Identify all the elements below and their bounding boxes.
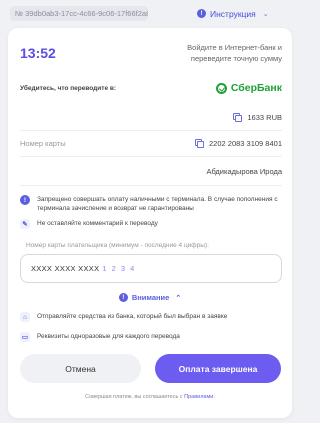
payment-done-button[interactable]: Оплата завершена <box>155 354 281 383</box>
info-icon: ! <box>197 9 206 18</box>
last-digits-placeholder: 1 2 3 4 <box>102 264 136 273</box>
bank-icon: ⌂ <box>20 312 30 322</box>
transaction-id: № 39db0ab3-17cc-4c66-9c06-17f66f2a869e <box>10 6 148 21</box>
instructions-dropdown[interactable]: ! Инструкция ⌄ <box>197 6 269 21</box>
info-icon: ! <box>118 293 128 302</box>
cancel-button[interactable]: Отмена <box>20 354 141 383</box>
copy-icon[interactable] <box>195 139 204 148</box>
payer-card-label: Номер карты плательщика (минимум - после… <box>26 242 209 249</box>
agreement-text: Совершая платеж, вы соглашаетесь с <box>85 394 183 400</box>
header-hint: Войдите в Интернет-банк и переведите точ… <box>187 43 282 63</box>
bank-name: СберБанк <box>215 82 282 94</box>
agreement-note: Совершая платеж, вы соглашаетесь с Прави… <box>8 394 292 400</box>
instructions-label: Инструкция <box>210 8 256 19</box>
alert-icon: ! <box>20 195 30 205</box>
chevron-down-icon: ⌄ <box>262 10 269 18</box>
card-number-value[interactable]: 2202 2083 3109 8401 <box>195 139 282 148</box>
payment-card: 13:52 Войдите в Интернет-банк и переведи… <box>8 28 292 418</box>
attention-item-bank: ⌂ Отправляйте средства из банка, который… <box>20 312 282 322</box>
card-number-label: Номер карты <box>20 138 66 148</box>
check-label: Убедитесь, что переводите в: <box>20 84 117 92</box>
warning-cash: ! Запрещено совершать оплату наличными с… <box>20 195 282 213</box>
chevron-up-icon: ⌃ <box>175 294 182 302</box>
attention-text: Реквизиты одноразовые для каждого перево… <box>37 333 180 340</box>
card-number-text: 2202 2083 3109 8401 <box>209 138 282 148</box>
attention-text: Отправляйте средства из банка, который б… <box>37 313 228 320</box>
warning-text: Запрещено совершать оплату наличными с т… <box>37 196 278 212</box>
card-number-row: Номер карты 2202 2083 3109 8401 <box>20 133 282 153</box>
amount-value[interactable]: 1633 RUB <box>233 113 282 122</box>
divider <box>20 130 282 131</box>
payer-card-input[interactable]: XXXX XXXX XXXX 1 2 3 4 <box>20 254 282 283</box>
attention-toggle[interactable]: ! Внимание ⌃ <box>8 293 292 302</box>
card-mask: XXXX XXXX XXXX <box>31 264 100 273</box>
warning-comment: ✎ Не оставляйте комментарий к переводу <box>20 219 282 229</box>
card-icon: ▭ <box>20 332 30 342</box>
warning-text: Не оставляйте комментарий к переводу <box>37 220 158 227</box>
copy-icon[interactable] <box>233 113 243 122</box>
comment-icon: ✎ <box>20 219 30 229</box>
countdown-timer: 13:52 <box>20 45 56 61</box>
divider <box>20 156 282 157</box>
sberbank-logo-icon <box>215 82 227 94</box>
attention-item-onetime: ▭ Реквизиты одноразовые для каждого пере… <box>20 332 282 342</box>
amount-row: 1633 RUB <box>20 107 282 127</box>
holder-name: Абдикадырова Ирода <box>206 166 282 176</box>
holder-row: Абдикадырова Ирода <box>20 161 282 181</box>
bank-name-text: СберБанк <box>230 82 282 94</box>
attention-title: Внимание <box>131 293 170 302</box>
bank-row: Убедитесь, что переводите в: СберБанк <box>20 78 282 98</box>
rules-link[interactable]: Правилами. <box>184 394 215 400</box>
amount-text: 1633 RUB <box>247 112 282 122</box>
top-bar: № 39db0ab3-17cc-4c66-9c06-17f66f2a869e !… <box>0 0 300 26</box>
divider <box>20 185 282 186</box>
